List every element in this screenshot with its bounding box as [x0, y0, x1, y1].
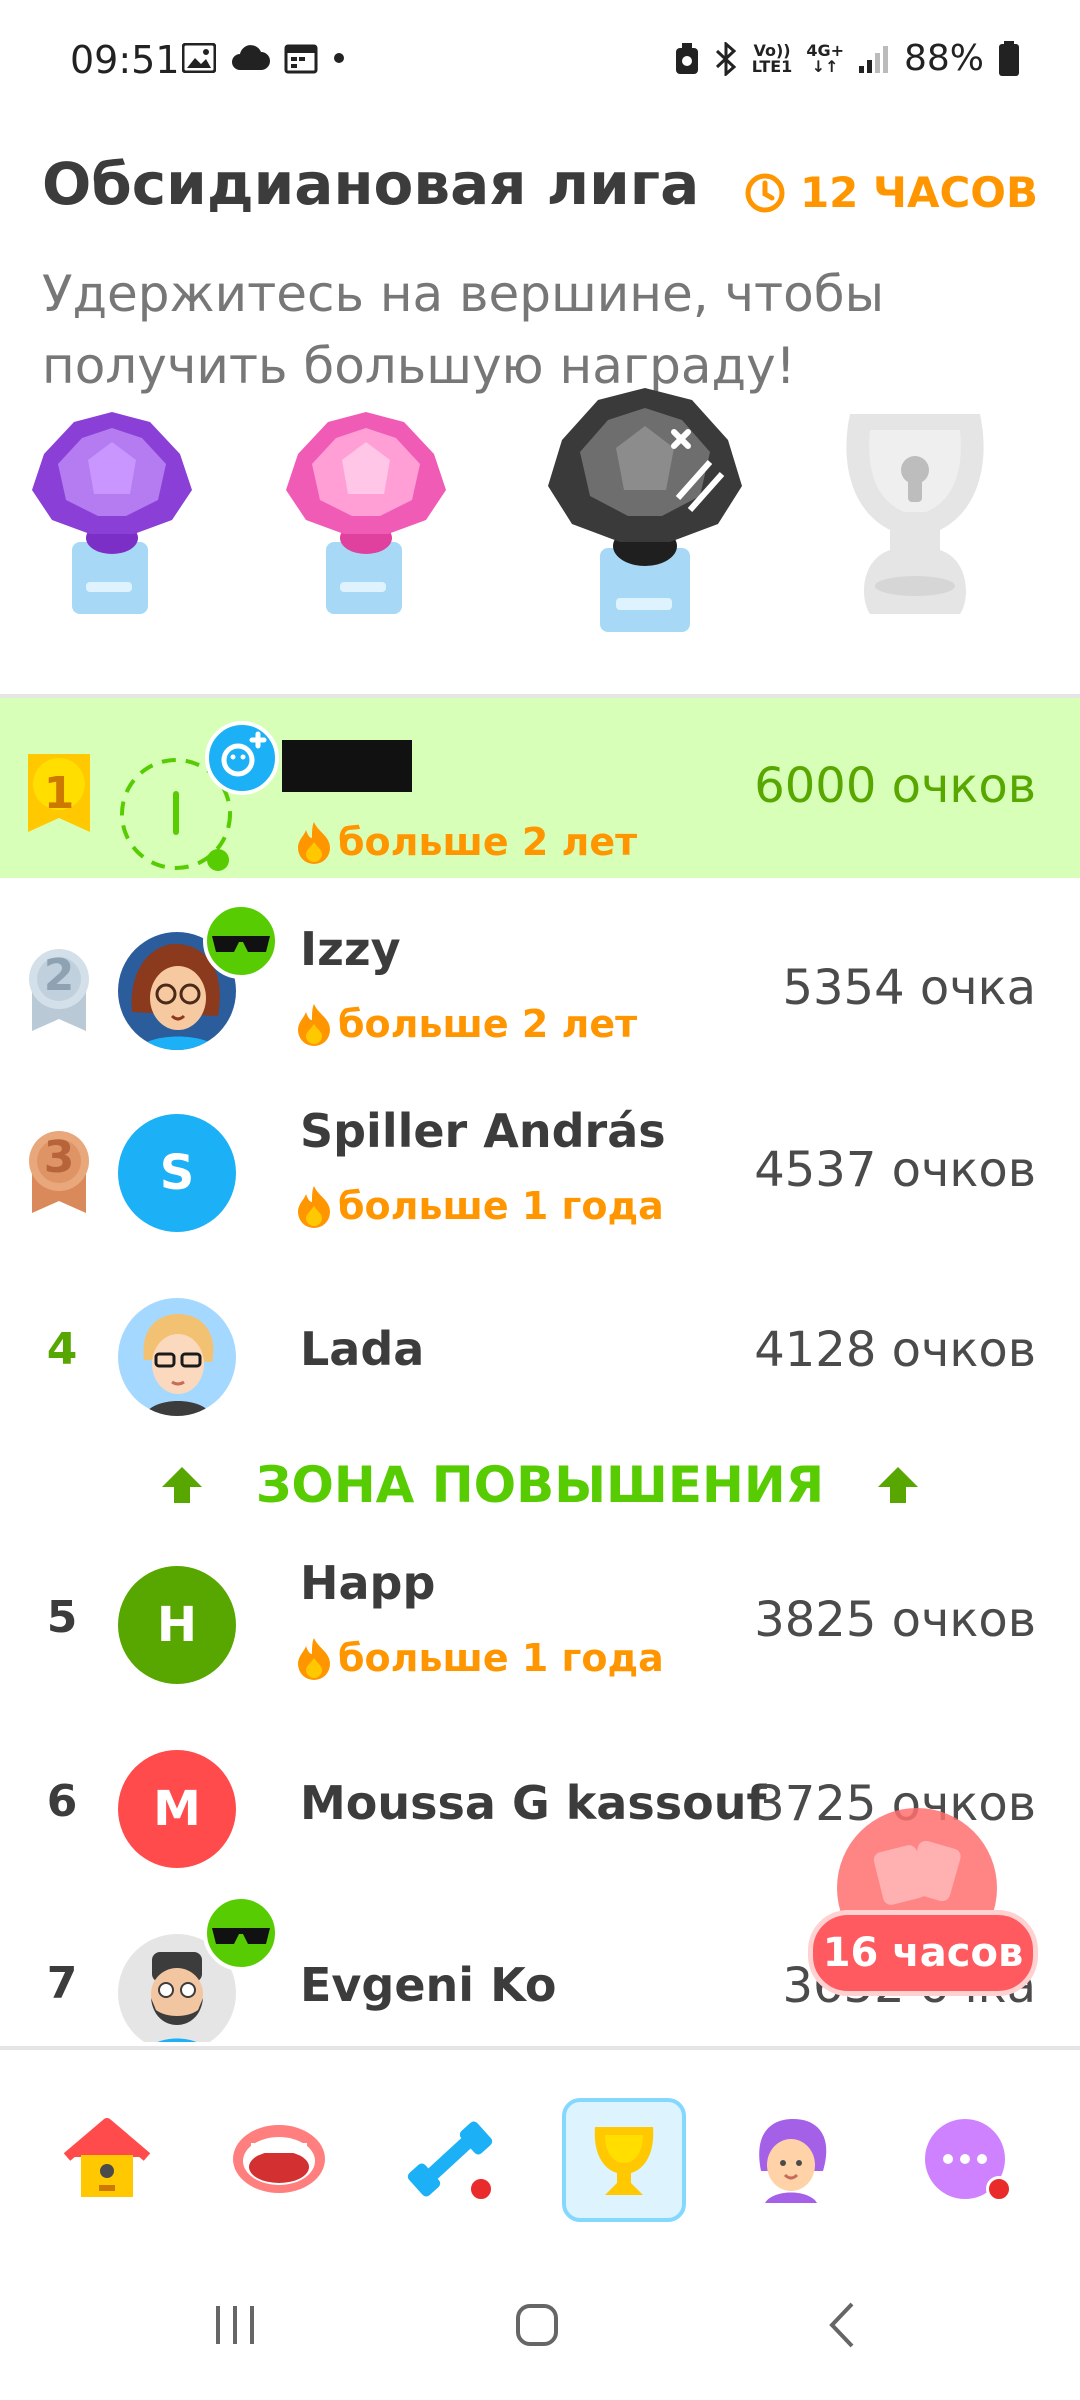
rank-number: 6 [46, 1776, 78, 1827]
cloud-icon [232, 45, 270, 70]
redacted-name [282, 740, 412, 792]
league-timer: 12 ЧАСОВ [744, 168, 1038, 217]
user-name: Moussa G kassouf [300, 1776, 767, 1830]
nav-profile[interactable] [736, 2104, 846, 2214]
clock-icon [745, 173, 785, 212]
rank-number: 1 [43, 768, 75, 819]
pearl-trophy-icon[interactable] [280, 402, 456, 622]
leaderboard-row[interactable]: 2 Izzy больше 2 лет 5354 очка [0, 898, 1080, 1078]
flame-icon [298, 1186, 330, 1228]
nav-leagues[interactable] [562, 2098, 686, 2222]
status-bar: 09:51 Vo)) LTE1 4G+ ↓↑ 88% [0, 0, 1080, 120]
arrow-up-icon [161, 1467, 202, 1503]
battery-percent: 88% [903, 38, 984, 79]
points-label: 6000 очков [754, 758, 1036, 814]
calendar-icon [284, 44, 318, 74]
leaderboard-row-me[interactable]: 1 больше 2 лет 6000 очков [0, 698, 1080, 878]
notification-dot [986, 2176, 1012, 2202]
status-time: 09:51 [70, 38, 180, 82]
promotion-zone-divider: ЗОНА ПОВЫШЕНИЯ [0, 1440, 1080, 1530]
battery-icon [999, 40, 1019, 76]
bottom-nav [0, 2046, 1080, 2250]
rank-number: 2 [43, 950, 75, 1001]
alarm-icon [675, 42, 698, 74]
rank-number: 5 [46, 1592, 78, 1643]
signal-icon [858, 45, 888, 73]
status-left-icons [182, 42, 346, 74]
rank-number: 7 [46, 1958, 78, 2009]
avatar[interactable]: H [118, 1566, 236, 1684]
league-header: Обсидиановая лига 12 ЧАСОВ [42, 150, 1042, 218]
user-name: Evgeni Ko [300, 1958, 557, 2012]
user-name: Happ [300, 1556, 436, 1610]
dot-icon [334, 53, 344, 63]
leaderboard-row[interactable]: 3 S Spiller András больше 1 года 4537 оч… [0, 1080, 1080, 1260]
speaking-icon [233, 2125, 325, 2193]
avatar[interactable]: M [118, 1750, 236, 1868]
flame-icon [298, 1638, 330, 1680]
image-icon [182, 43, 216, 73]
home-button-icon[interactable] [512, 2300, 562, 2350]
flame-icon [298, 1004, 330, 1046]
chest-timer-label: 16 часов [808, 1910, 1038, 1996]
points-label: 5354 очка [782, 960, 1036, 1016]
user-name: Lada [300, 1322, 425, 1376]
duo-sunglasses-badge-icon [203, 903, 279, 979]
volte-icon: Vo)) LTE1 [751, 40, 793, 76]
streak-label: больше 2 лет [296, 820, 637, 864]
chest-timer-button[interactable]: 16 часов [808, 1808, 1040, 2008]
rank-number: 4 [46, 1324, 78, 1375]
nav-more[interactable] [910, 2104, 1020, 2214]
user-name: Izzy [300, 922, 401, 976]
recent-apps-icon[interactable] [210, 2300, 260, 2350]
rank-number: 3 [43, 1132, 75, 1183]
points-label: 4128 очков [754, 1322, 1036, 1378]
timer-label: 12 ЧАСОВ [799, 168, 1038, 217]
4g-icon: 4G+ ↓↑ [806, 40, 844, 76]
avatar[interactable] [118, 1298, 236, 1416]
leagues-icon [594, 2127, 654, 2195]
notification-dot [468, 2176, 494, 2202]
status-right: Vo)) LTE1 4G+ ↓↑ 88% [674, 38, 1020, 79]
league-trophies [0, 378, 1080, 648]
bluetooth-icon [715, 41, 737, 76]
profile-icon [759, 2119, 827, 2203]
streak-label: больше 2 лет [296, 1002, 637, 1046]
system-nav-bar [0, 2250, 1080, 2400]
duo-sunglasses-badge-icon [203, 1895, 279, 1971]
arrow-up-icon [878, 1467, 919, 1503]
streak-label: больше 1 года [296, 1636, 664, 1680]
nav-speaking[interactable] [224, 2104, 334, 2214]
points-label: 4537 очков [754, 1142, 1036, 1198]
nav-home[interactable] [52, 2104, 162, 2214]
avatar[interactable]: S [118, 1114, 236, 1232]
home-icon [63, 2118, 151, 2197]
locked-trophy-icon[interactable] [830, 400, 1000, 624]
obsidian-trophy-icon[interactable] [540, 378, 750, 638]
back-icon[interactable] [818, 2300, 868, 2350]
nav-practice[interactable] [398, 2104, 508, 2214]
leaderboard-row[interactable]: 4 Lada 4128 очков [0, 1262, 1080, 1442]
points-label: 3825 очков [754, 1592, 1036, 1648]
user-name: Spiller András [300, 1104, 666, 1158]
promotion-zone-label: ЗОНА ПОВЫШЕНИЯ [255, 1456, 825, 1514]
leaderboard-row[interactable]: 5 H Happ больше 1 года 3825 очков [0, 1530, 1080, 1710]
streak-label: больше 1 года [296, 1184, 664, 1228]
add-friend-icon[interactable] [204, 720, 280, 796]
amethyst-trophy-icon[interactable] [26, 402, 202, 622]
flame-icon [298, 822, 330, 864]
